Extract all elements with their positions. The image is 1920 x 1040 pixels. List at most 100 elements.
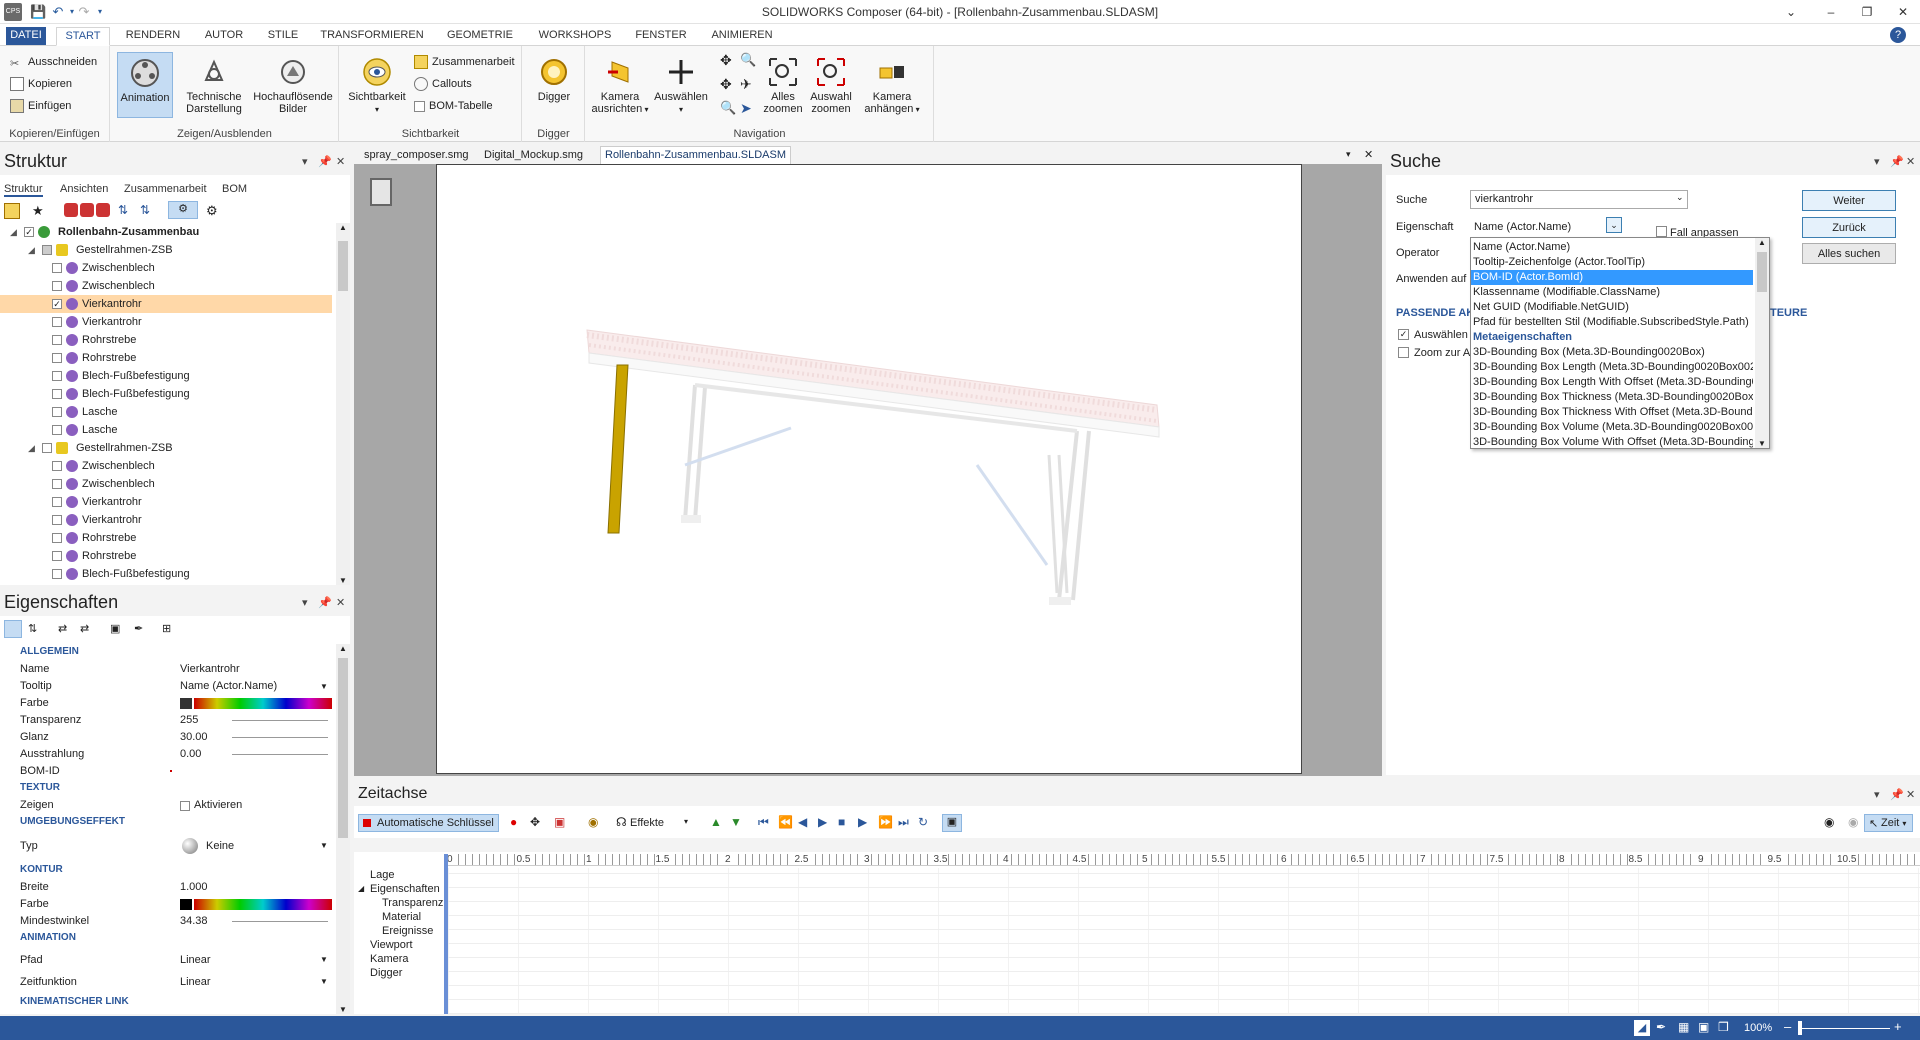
tree-group-1[interactable]: ◢ Gestellrahmen-ZSB	[0, 241, 332, 259]
prop-zeigen[interactable]: Zeigen Aktivieren	[0, 797, 332, 814]
prop-ausstrahlung-value[interactable]: 0.00	[180, 746, 201, 763]
tree-item[interactable]: Rohrstrebe	[0, 529, 332, 547]
track-viewport[interactable]: Viewport	[370, 938, 413, 952]
geometry-filter-icon[interactable]	[96, 203, 110, 217]
chevron-down-icon[interactable]: ⌄	[1676, 192, 1684, 203]
alles-suchen-button[interactable]: Alles suchen	[1802, 243, 1896, 264]
go-start-icon[interactable]: ⏮	[758, 815, 769, 830]
tree-item[interactable]: ✓ Vierkantrohr	[0, 295, 332, 313]
tree-item[interactable]: Zwischenblech	[0, 457, 332, 475]
categorized-icon[interactable]	[4, 620, 22, 638]
measure-icon[interactable]: ◢	[1634, 1020, 1650, 1036]
tree-item[interactable]: Vierkantrohr	[0, 511, 332, 529]
case-checkbox[interactable]	[1656, 226, 1667, 237]
track-material[interactable]: Material	[382, 910, 421, 924]
scroll-thumb[interactable]	[1757, 252, 1767, 292]
filter-icon[interactable]: ⚙	[168, 201, 198, 219]
fit-icon[interactable]: ❒	[1718, 1020, 1729, 1034]
subtab-struktur[interactable]: Struktur	[4, 183, 43, 197]
ribbon-collapse-icon[interactable]: ⌄	[1776, 2, 1806, 22]
tab-rendern[interactable]: RENDERN	[120, 27, 186, 46]
prop-transparenz[interactable]: Transparenz 255	[0, 712, 332, 729]
effects-icon[interactable]: ☊	[616, 815, 627, 829]
section-umgebung[interactable]: UMGEBUNGSEFFEKT	[0, 814, 332, 830]
collapse-icon[interactable]: ◢	[28, 439, 35, 457]
track-eigenschaften[interactable]: Eigenschaften	[370, 882, 440, 896]
scroll-up-icon[interactable]: ▲	[339, 223, 347, 232]
tree-item[interactable]: Blech-Fußbefestigung	[0, 385, 332, 403]
prop-farbe[interactable]: Farbe	[0, 695, 332, 712]
tab-fenster[interactable]: FENSTER	[630, 27, 692, 46]
properties-scrollbar[interactable]: ▲ ▼	[336, 644, 350, 1014]
animation-film-icon[interactable]	[370, 178, 392, 206]
tree-item[interactable]: Rohrstrebe	[0, 547, 332, 565]
timeline-grid[interactable]	[448, 868, 1920, 1014]
tab-workshops[interactable]: WORKSHOPS	[534, 27, 616, 46]
dropdown-option[interactable]: 3D-Bounding Box Thickness With Offset (M…	[1471, 405, 1753, 420]
timeline-options-icon[interactable]: ▣	[942, 814, 962, 832]
tab-datei[interactable]: DATEI	[6, 27, 46, 45]
color-swatch[interactable]	[180, 698, 192, 709]
zoom-checkbox[interactable]	[1398, 347, 1409, 358]
color-spectrum[interactable]	[194, 899, 332, 910]
brush-icon[interactable]: ✒	[1656, 1020, 1666, 1034]
align-camera-button[interactable]: Kamera ausrichten ▾	[590, 56, 650, 116]
fullscreen-icon[interactable]: ▣	[1698, 1020, 1709, 1034]
scroll-up-icon[interactable]: ▲	[339, 644, 347, 653]
tree-item[interactable]: Zwischenblech	[0, 277, 332, 295]
tree-item[interactable]: Vierkantrohr	[0, 313, 332, 331]
track-kamera[interactable]: Kamera	[370, 952, 409, 966]
chevron-down-icon[interactable]: ▼	[320, 678, 328, 695]
search-close-icon[interactable]: ✕	[1906, 155, 1915, 168]
zoom-out-icon[interactable]: –	[1784, 1019, 1791, 1034]
collapse-icon[interactable]: ◢	[358, 882, 364, 896]
prop-pfad-value[interactable]: Linear	[180, 950, 211, 970]
tree-expand-icon[interactable]: ★	[32, 203, 44, 219]
close-icon[interactable]: ✕	[1888, 2, 1918, 22]
visibility-checkbox[interactable]	[52, 425, 62, 435]
doc-tabs-dropdown-icon[interactable]: ▾	[1346, 149, 1351, 160]
prev-key-icon[interactable]: ⏪	[778, 815, 793, 829]
subtab-bom[interactable]: BOM	[222, 183, 247, 195]
effekte-dropdown-icon[interactable]: ▾	[684, 817, 688, 826]
cut-button[interactable]: ✂ Ausschneiden	[10, 53, 97, 71]
tree-item[interactable]: Rohrstrebe	[0, 349, 332, 367]
dropdown-option[interactable]: 3D-Bounding Box Length (Meta.3D-Bounding…	[1471, 360, 1753, 375]
sort-icon[interactable]: ⇅	[118, 203, 128, 217]
subtab-ansichten[interactable]: Ansichten	[60, 183, 108, 195]
zurueck-button[interactable]: Zurück	[1802, 217, 1896, 238]
visibility-checkbox[interactable]	[52, 335, 62, 345]
search-input[interactable]: vierkantrohr	[1470, 190, 1688, 209]
go-end-icon[interactable]: ⏭	[898, 815, 909, 830]
track-lage[interactable]: Lage	[370, 868, 394, 882]
timeline-pin-icon[interactable]: 📌	[1890, 788, 1904, 801]
tree-item[interactable]: Zwischenblech	[0, 475, 332, 493]
property-dropdown-list[interactable]: Name (Actor.Name) Tooltip-Zeichenfolge (A…	[1470, 237, 1770, 449]
track-transparenz[interactable]: Transparenz	[382, 896, 443, 910]
prev-frame-icon[interactable]: ◀	[798, 815, 807, 829]
track-ereignisse[interactable]: Ereignisse	[382, 924, 433, 938]
next-frame-icon[interactable]: ▶	[858, 815, 867, 829]
pick-icon[interactable]: ➤	[740, 100, 752, 117]
doc-tab-mockup[interactable]: Digital_Mockup.smg	[484, 149, 583, 161]
stop-icon[interactable]: ■	[838, 815, 845, 829]
collapse-icon[interactable]: ◢	[10, 223, 17, 241]
key-camera-icon[interactable]: ◉	[588, 815, 598, 829]
color-swatch[interactable]	[180, 899, 192, 910]
paste-button[interactable]: Einfügen	[10, 97, 71, 115]
zoom-slider[interactable]	[1798, 1021, 1890, 1035]
tab-transformieren[interactable]: TRANSFORMIEREN	[316, 27, 428, 46]
grid-icon[interactable]: ▦	[1678, 1020, 1689, 1034]
visibility-checkbox[interactable]: ✓	[24, 227, 34, 237]
dropdown-option[interactable]: Tooltip-Zeichenfolge (Actor.ToolTip)	[1471, 255, 1753, 270]
prop-breite[interactable]: Breite 1.000	[0, 879, 332, 896]
prop-zeitfunktion-value[interactable]: Linear	[180, 972, 211, 992]
prop-breite-value[interactable]: 1.000	[180, 879, 208, 896]
structure-pin-icon[interactable]: 📌	[318, 155, 332, 168]
scroll-up-icon[interactable]: ▲	[1758, 238, 1766, 247]
prop-farbe2[interactable]: Farbe	[0, 896, 332, 913]
prop-ausstrahlung[interactable]: Ausstrahlung 0.00	[0, 746, 332, 763]
help-icon[interactable]: ?	[1890, 27, 1906, 43]
tree-root[interactable]: ◢ ✓ Rollenbahn-Zusammenbau	[0, 223, 332, 241]
options-icon[interactable]: ⚙	[206, 203, 218, 219]
